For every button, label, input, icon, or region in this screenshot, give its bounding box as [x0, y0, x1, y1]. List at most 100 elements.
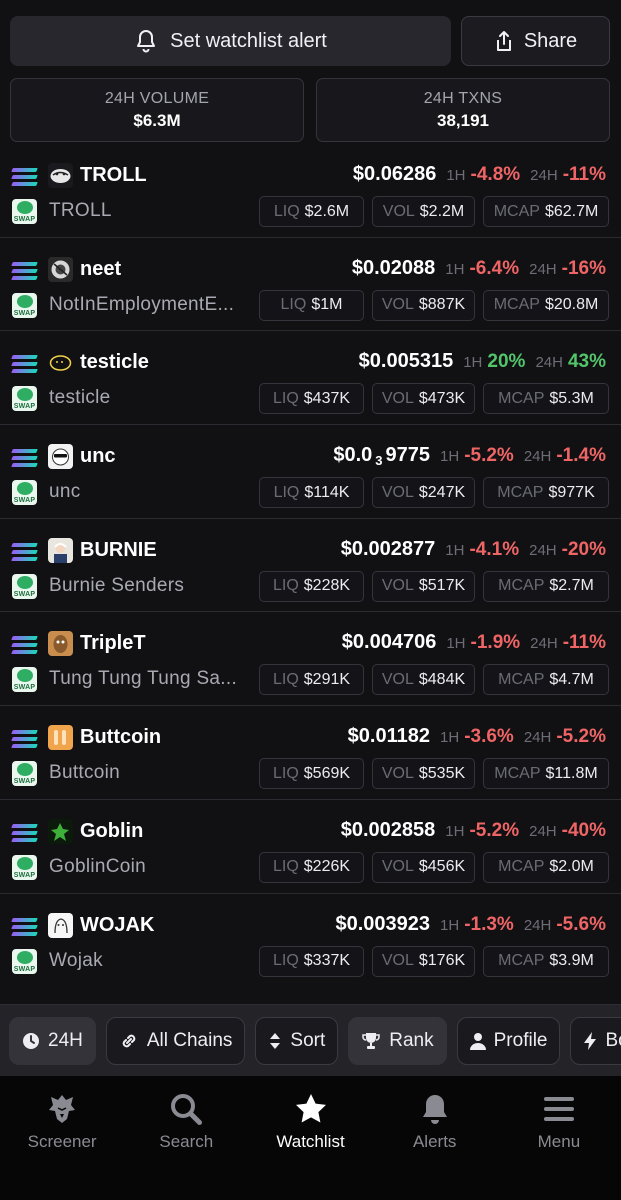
share-icon — [494, 30, 514, 52]
token-row[interactable]: SWAP testicle testicle $0.005315 1H 20% … — [0, 331, 621, 426]
liquidity-value: $226K — [303, 858, 351, 876]
change-24h: 43% — [567, 351, 606, 373]
clock-icon — [22, 1032, 40, 1050]
volume-value: $247K — [418, 483, 466, 501]
nav-alerts-label: Alerts — [412, 1132, 457, 1151]
token-row[interactable]: SWAP unc unc $0.0 3 9775 1H -5.2% 24H -1.4… — [0, 425, 621, 519]
volume-pill: VOL $176K — [372, 945, 475, 977]
nav-search[interactable]: Search — [124, 1076, 248, 1200]
token-row[interactable]: SWAP WOJAK Wojak $0.003923 1H -1.3% 24H … — [0, 894, 621, 988]
metric-pills: LIQ $291K VOL $484K MCAP $4.7M — [259, 664, 609, 696]
bolt-icon — [583, 1031, 597, 1051]
volume-pill: VOL $247K — [372, 477, 475, 509]
token-name: Buttcoin — [49, 762, 121, 784]
token-row[interactable]: SWAP BURNIE Burnie Senders $0.002877 1H … — [0, 519, 621, 613]
solana-icon — [11, 168, 38, 187]
market-cap-value: $977K — [548, 483, 595, 501]
market-cap-value: $3.9M — [549, 952, 594, 969]
change-24h-label: 24H — [529, 260, 557, 278]
token-name: testicle — [49, 387, 111, 409]
txns-stat: 24H TXNS 38,191 — [316, 78, 610, 142]
change-24h-label: 24H — [530, 167, 558, 184]
stats-bar: 24H VOLUME $6.3M 24H TXNS 38,191 — [10, 78, 610, 142]
change-1h: -1.9% — [470, 632, 521, 654]
nav-menu[interactable]: Menu — [497, 1076, 621, 1200]
rank-chip[interactable]: Rank — [348, 1016, 447, 1065]
volume-value: $535K — [418, 764, 466, 782]
market-cap-pill: MCAP $20.8M — [483, 289, 609, 321]
volume-value: $176K — [418, 952, 466, 969]
raydium-swap-icon: SWAP — [12, 480, 37, 506]
market-cap-pill: MCAP $977K — [483, 477, 609, 509]
change-1h-label: 1H — [446, 635, 466, 653]
nav-screener-label: Screener — [27, 1132, 97, 1151]
volume-stat: 24H VOLUME $6.3M — [10, 78, 304, 142]
solana-icon — [11, 823, 38, 843]
alert-label: Set watchlist alert — [170, 29, 327, 52]
liquidity-pill: LIQ $291K — [259, 664, 364, 696]
liquidity-pill: LIQ $437K — [259, 383, 364, 415]
nav-watchlist[interactable]: Watchlist — [248, 1076, 372, 1200]
change-1h-label: 1H — [440, 448, 460, 466]
token-price: $0.02088 — [351, 256, 436, 279]
metric-pills: LIQ $437K VOL $473K MCAP $5.3M — [259, 383, 609, 415]
token-row[interactable]: SWAP Goblin GoblinCoin $0.002858 1H -5.2… — [0, 800, 621, 894]
rank-label: Rank — [389, 1029, 434, 1051]
metric-pills: LIQ $1M VOL $887K MCAP $20.8M — [259, 289, 609, 321]
token-avatar — [48, 912, 73, 938]
volume-pill: VOL $887K — [372, 289, 475, 321]
link-icon — [119, 1031, 139, 1051]
change-1h: 20% — [487, 351, 526, 373]
metric-pills: LIQ $228K VOL $517K MCAP $2.7M — [259, 570, 609, 602]
solana-icon — [11, 542, 38, 562]
volume-value: $484K — [418, 670, 466, 688]
liquidity-pill: LIQ $569K — [259, 758, 364, 790]
profile-chip[interactable]: Profile — [456, 1016, 561, 1065]
nav-screener[interactable]: Screener — [0, 1076, 124, 1200]
boosts-chip[interactable]: Boos — [570, 1016, 621, 1065]
token-symbol: WOJAK — [80, 913, 155, 936]
bottom-nav: Screener Search Watchlist Alerts Menu — [0, 1076, 621, 1200]
change-1h-label: 1H — [446, 167, 466, 184]
price-line: $0.004706 1H -1.9% 24H -11% — [342, 631, 606, 654]
chains-chip[interactable]: All Chains — [105, 1016, 246, 1065]
token-avatar — [48, 163, 73, 188]
liquidity-value: $2.6M — [304, 202, 350, 220]
timeframe-chip[interactable]: 24H — [9, 1016, 96, 1065]
sort-chip[interactable]: Sort — [255, 1016, 339, 1065]
change-24h-label: 24H — [523, 916, 552, 934]
token-price: $0.002858 — [340, 818, 436, 841]
metric-pills: LIQ $2.6M VOL $2.2M MCAP $62.7M — [259, 196, 609, 227]
change-24h-label: 24H — [529, 822, 557, 840]
change-1h-label: 1H — [445, 260, 465, 278]
nav-alerts[interactable]: Alerts — [373, 1076, 497, 1200]
market-cap-pill: MCAP $2.0M — [483, 851, 609, 883]
token-name: TROLL — [49, 200, 112, 221]
market-cap-value: $4.7M — [549, 670, 594, 688]
change-24h-label: 24H — [535, 354, 563, 372]
set-watchlist-alert-button[interactable]: Set watchlist alert — [10, 16, 451, 66]
raydium-swap-icon: SWAP — [12, 854, 37, 880]
market-cap-value: $11.8M — [545, 764, 598, 782]
market-cap-pill: MCAP $62.7M — [483, 196, 609, 227]
token-row[interactable]: SWAP TripleT Tung Tung Tung Sa... $0.004… — [0, 612, 621, 707]
token-price: $0.01182 — [347, 725, 430, 748]
market-cap-pill: MCAP $11.8M — [483, 758, 609, 790]
token-symbol: TROLL — [80, 164, 147, 186]
token-avatar — [48, 725, 73, 751]
token-price: $0.0 3 9775 — [333, 444, 430, 469]
liquidity-pill: LIQ $226K — [259, 851, 364, 883]
token-row[interactable]: SWAP TROLL TROLL $0.06286 1H -4.8% 24H -… — [0, 144, 621, 238]
metric-pills: LIQ $114K VOL $247K MCAP $977K — [259, 477, 609, 509]
market-cap-value: $20.8M — [544, 296, 599, 314]
token-row[interactable]: SWAP Buttcoin Buttcoin $0.01182 1H -3.6%… — [0, 706, 621, 800]
change-24h: -1.4% — [556, 445, 606, 467]
liquidity-value: $569K — [303, 764, 351, 782]
change-1h-label: 1H — [440, 916, 460, 934]
trophy-icon — [361, 1031, 381, 1051]
token-row[interactable]: SWAP neet NotInEmploymentE... $0.02088 1… — [0, 238, 621, 332]
liquidity-value: $337K — [303, 952, 351, 969]
volume-value: $887K — [418, 296, 466, 314]
liquidity-pill: LIQ $2.6M — [259, 196, 364, 227]
share-button[interactable]: Share — [461, 16, 610, 66]
